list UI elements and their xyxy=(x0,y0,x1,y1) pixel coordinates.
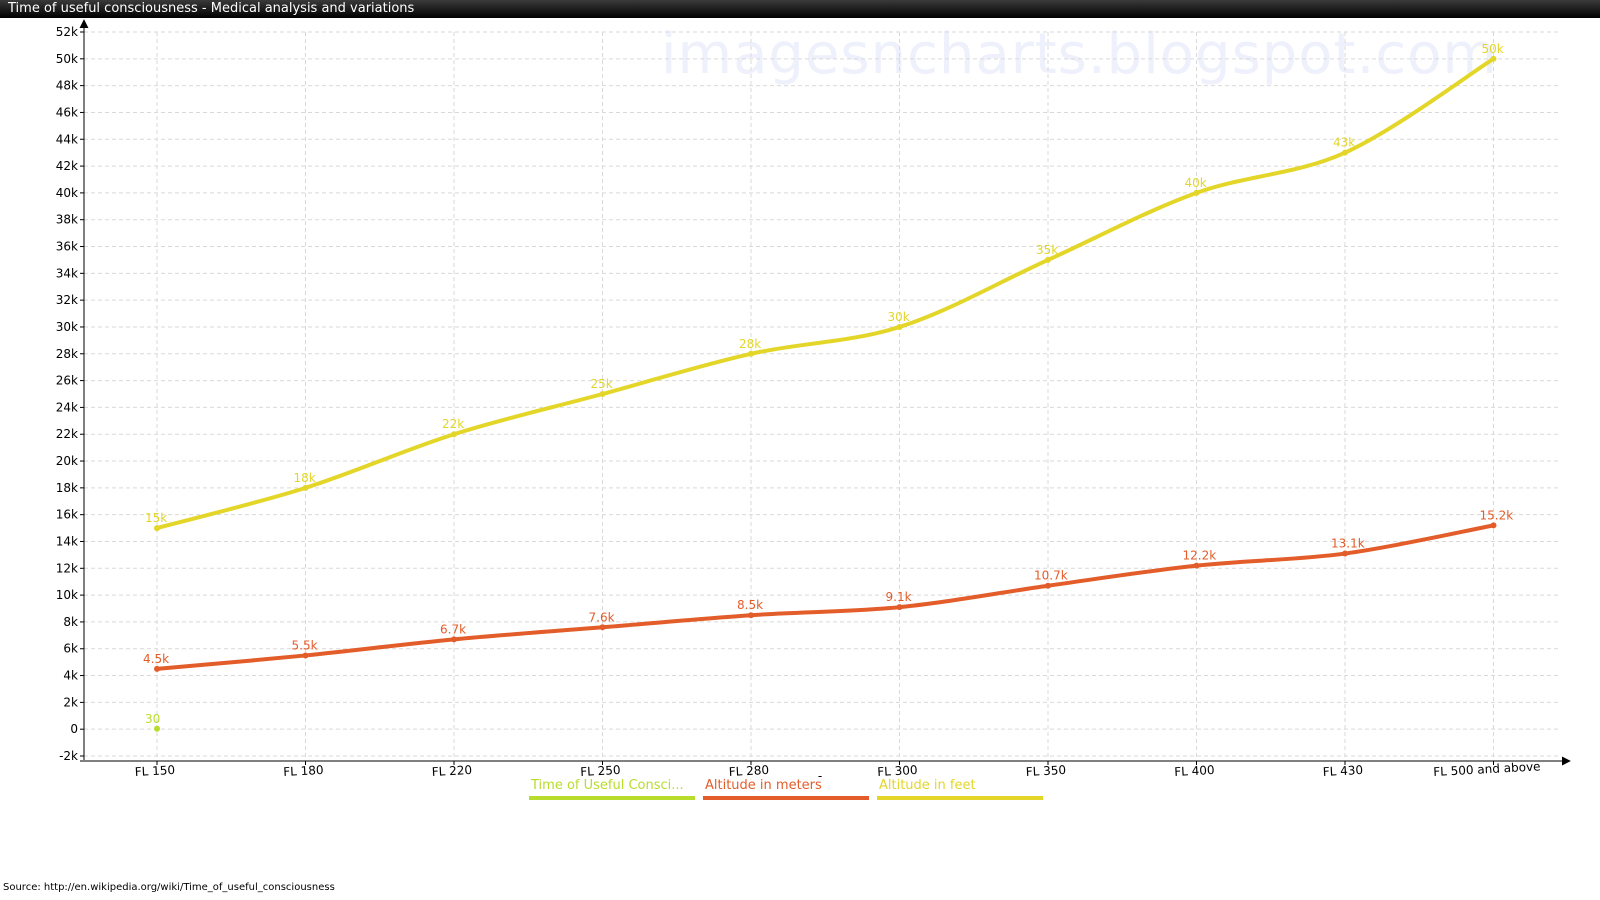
y-tick-label: 32k xyxy=(56,293,78,307)
series-group: 30 4.5k 5.5k 6.7k 7.6k 8.5k 9.1k 10.7k 12.2k 13.1… xyxy=(143,42,1513,732)
source-note: Source: http://en.wikipedia.org/wiki/Tim… xyxy=(3,882,335,893)
data-label: 5.5k xyxy=(292,638,318,652)
legend-item-time-of-useful-consciousness[interactable]: Time of Useful Consci... xyxy=(529,776,695,800)
data-point xyxy=(1193,189,1200,196)
y-tick-label: 52k xyxy=(56,25,78,39)
data-label: 13.1k xyxy=(1331,537,1365,551)
data-point xyxy=(154,725,160,732)
data-label: 12.2k xyxy=(1183,549,1217,563)
legend: Time of Useful Consci... Altitude in met… xyxy=(529,776,1043,800)
data-label: 6.7k xyxy=(440,622,466,636)
y-tick-label: 50k xyxy=(56,52,78,66)
data-point xyxy=(896,604,903,611)
data-label: 40k xyxy=(1185,176,1207,190)
y-tick-label: 40k xyxy=(56,186,78,200)
legend-label: Altitude in feet xyxy=(879,778,976,793)
data-point xyxy=(154,665,160,672)
data-label: 4.5k xyxy=(143,652,169,666)
series-2: 15k 18k 22k 25k 28k 30k 35k 40k 43k 50k xyxy=(145,42,1504,532)
data-point xyxy=(154,525,160,532)
y-tick-label: 22k xyxy=(56,427,78,441)
data-point xyxy=(1045,256,1051,263)
data-label: 43k xyxy=(1333,136,1355,150)
x-tick-label: FL 180 xyxy=(283,763,324,779)
data-label: 15k xyxy=(145,511,167,525)
y-tick-label: 30k xyxy=(56,320,78,334)
data-label: 30k xyxy=(888,310,910,324)
y-tick-label: 2k xyxy=(63,695,78,709)
data-label: 25k xyxy=(591,377,613,391)
data-point xyxy=(896,323,903,330)
y-tick-label: 18k xyxy=(56,481,78,495)
data-label: 35k xyxy=(1036,243,1058,257)
y-axis-ticks: -2k 0 2k 4k 6k 8k 10k 12k 14k 16k 18k 20k 22k 24k 26k 2… xyxy=(56,25,84,763)
data-label: 7.6k xyxy=(589,610,615,624)
line-chart: -2k 0 2k 4k 6k 8k 10k 12k 14k 16k 18k 20k 22k 24k 26k 2… xyxy=(56,19,1571,783)
y-tick-label: 42k xyxy=(56,159,78,173)
legend-item-altitude-meters[interactable]: Altitude in meters xyxy=(703,776,869,800)
x-tick-label: FL 150 xyxy=(134,763,175,779)
data-point xyxy=(302,652,309,659)
x-tick-label: FL 220 xyxy=(431,763,472,779)
data-point xyxy=(748,612,754,619)
y-tick-label: 12k xyxy=(56,561,78,575)
data-label: 28k xyxy=(739,337,761,351)
y-tick-label: 10k xyxy=(56,588,78,602)
data-label: 22k xyxy=(442,417,464,431)
legend-swatch xyxy=(877,796,1043,800)
data-point xyxy=(1045,582,1051,589)
data-label: 50k xyxy=(1482,42,1504,56)
series-line xyxy=(155,523,1496,671)
x-tick-label: FL 500 and above xyxy=(1433,759,1541,779)
y-tick-label: 38k xyxy=(56,213,78,227)
y-tick-label: 28k xyxy=(56,347,78,361)
data-label: 8.5k xyxy=(737,598,763,612)
y-tick-label: 0 xyxy=(70,722,78,736)
window-title: Time of useful consciousness - Medical a… xyxy=(0,0,1600,18)
y-tick-label: 48k xyxy=(56,79,78,93)
y-tick-label: 6k xyxy=(63,642,78,656)
legend-label: Altitude in meters xyxy=(705,778,822,793)
data-point xyxy=(451,636,457,643)
y-tick-label: 14k xyxy=(56,534,78,548)
data-point xyxy=(599,624,606,631)
y-tick-label: 34k xyxy=(56,266,78,280)
x-tick-label: FL 400 xyxy=(1174,763,1215,779)
data-point xyxy=(1342,550,1348,557)
series-line xyxy=(155,56,1496,531)
y-tick-label: 26k xyxy=(56,374,78,388)
data-point xyxy=(1193,562,1200,569)
data-point xyxy=(1490,522,1497,529)
data-point xyxy=(1342,149,1348,156)
y-tick-label: 44k xyxy=(56,132,78,146)
data-point xyxy=(1490,55,1497,62)
y-tick-label: 4k xyxy=(63,669,78,683)
data-label: 9.1k xyxy=(886,590,912,604)
y-tick-label: 20k xyxy=(56,454,78,468)
data-point xyxy=(302,484,309,491)
series-1: 4.5k 5.5k 6.7k 7.6k 8.5k 9.1k 10.7k 12.2k 13.1k 1… xyxy=(143,508,1514,672)
y-tick-label: -2k xyxy=(59,749,78,763)
data-point xyxy=(748,350,754,357)
y-tick-label: 46k xyxy=(56,105,78,119)
data-label: 18k xyxy=(294,471,316,485)
y-tick-label: 24k xyxy=(56,400,78,414)
data-label: 15.2k xyxy=(1480,508,1514,522)
data-point xyxy=(599,391,606,397)
y-tick-label: 8k xyxy=(63,615,78,629)
data-label: 30 xyxy=(145,712,160,726)
data-point xyxy=(451,431,457,438)
x-tick-label: FL 430 xyxy=(1322,763,1363,779)
legend-item-altitude-feet[interactable]: Altitude in feet xyxy=(877,776,1043,800)
y-tick-label: 36k xyxy=(56,240,78,254)
legend-swatch xyxy=(529,796,695,800)
legend-swatch xyxy=(703,796,869,800)
y-tick-label: 16k xyxy=(56,508,78,522)
legend-label: Time of Useful Consci... xyxy=(531,778,684,793)
data-label: 10.7k xyxy=(1034,569,1068,583)
